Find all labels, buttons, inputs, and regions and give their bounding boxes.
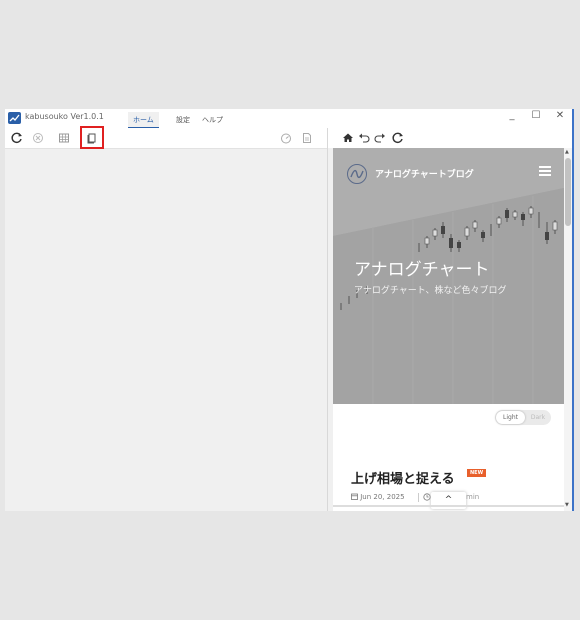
document-icon[interactable]: [300, 131, 314, 145]
browser-toolbar: [328, 128, 572, 148]
home-icon[interactable]: [341, 131, 355, 145]
undo-icon[interactable]: [357, 131, 371, 145]
site-logo-icon[interactable]: [347, 164, 367, 184]
scroll-up-arrow-icon[interactable]: ▲: [565, 149, 569, 155]
theme-dark-option[interactable]: Dark: [527, 411, 549, 424]
tab-home[interactable]: ホーム: [128, 112, 159, 128]
hamburger-menu-icon[interactable]: [539, 166, 551, 177]
clock-icon: [423, 493, 431, 502]
meta-divider: [418, 493, 419, 502]
post-date: Jun 20, 2025: [351, 493, 405, 501]
close-button[interactable]: ✕: [550, 110, 570, 121]
scroll-thumb[interactable]: [565, 158, 571, 226]
post-date-text: Jun 20, 2025: [360, 493, 405, 501]
post-title-link[interactable]: 上げ相場と捉える: [351, 468, 455, 487]
redo-icon[interactable]: [373, 131, 387, 145]
hero-subtitle: アナログチャート、株など色々ブログ: [354, 286, 507, 296]
app-logo-icon: [8, 112, 21, 124]
browser-scrollbar[interactable]: ▲ ▼: [564, 148, 572, 511]
refresh-icon[interactable]: [10, 131, 24, 145]
tab-help[interactable]: ヘルプ: [197, 112, 228, 127]
stop-icon[interactable]: [31, 131, 45, 145]
browser-view: アナログチャートブログ アナログチャート アナログチャート、株など色々ブログ L…: [333, 148, 564, 511]
calendar-icon: [351, 493, 358, 500]
left-toolbar: [5, 128, 327, 149]
new-badge: NEW: [467, 469, 487, 477]
left-content-pane: [5, 149, 327, 511]
timer-icon[interactable]: [279, 131, 293, 145]
grid-icon[interactable]: [57, 131, 71, 145]
hero-section: アナログチャートブログ アナログチャート アナログチャート、株など色々ブログ: [333, 148, 564, 404]
reload-icon[interactable]: [391, 131, 405, 145]
site-name-link[interactable]: アナログチャートブログ: [375, 167, 474, 180]
theme-light-option[interactable]: Light: [496, 411, 525, 424]
minimize-button[interactable]: _: [502, 110, 522, 121]
highlight-box: [80, 126, 104, 149]
tab-settings[interactable]: 設定: [171, 112, 195, 127]
read-time: min: [466, 493, 480, 501]
bottom-rule: [333, 505, 564, 507]
app-window: kabusouko Ver1.0.1 ホーム 設定 ヘルプ _ ☐ ✕ アナログ…: [5, 109, 574, 511]
app-title: kabusouko Ver1.0.1: [25, 112, 104, 121]
hero-title: アナログチャート: [354, 260, 490, 280]
pane-divider[interactable]: [327, 128, 328, 511]
maximize-button[interactable]: ☐: [526, 110, 546, 121]
scroll-down-arrow-icon[interactable]: ▼: [565, 502, 569, 508]
theme-toggle[interactable]: Light Dark: [495, 410, 551, 425]
